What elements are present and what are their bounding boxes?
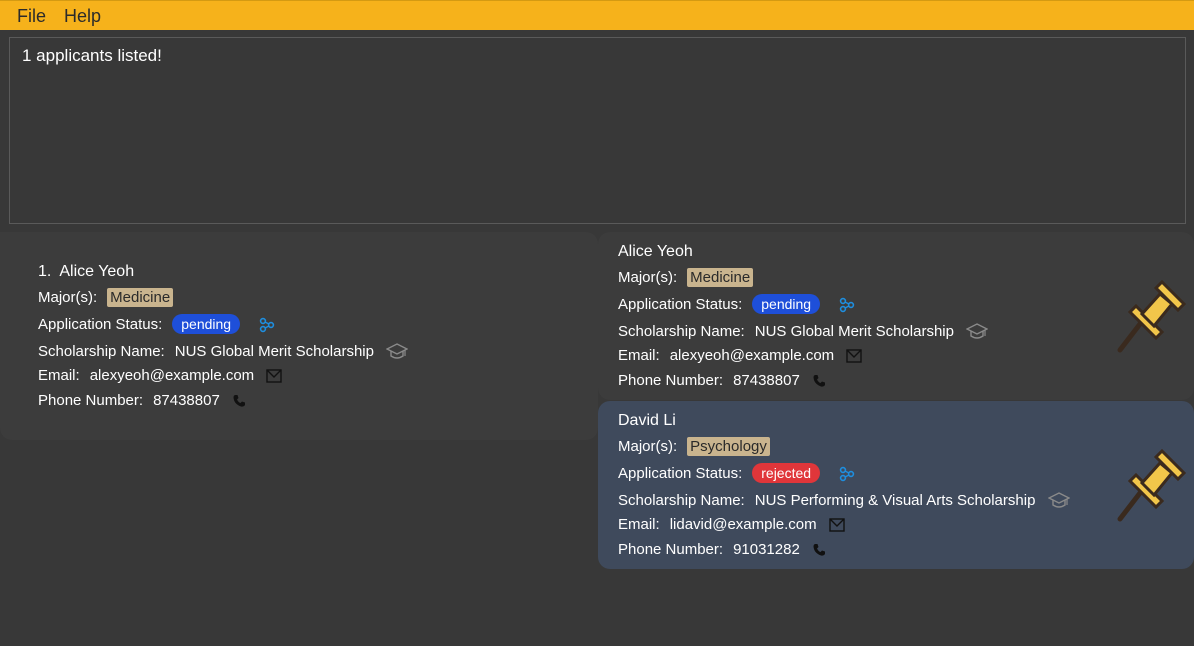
graduation-cap-icon — [1047, 492, 1070, 508]
email-row: Email: lidavid@example.com — [618, 516, 845, 533]
phone-icon — [233, 395, 245, 407]
scholarship-name: NUS Global Merit Scholarship — [754, 322, 954, 340]
email-value: alexyeoh@example.com — [669, 347, 835, 364]
scholarship-label: Scholarship Name: — [38, 342, 165, 360]
email-label: Email: — [38, 367, 80, 384]
status-network-icon — [840, 297, 855, 313]
applicant-name-text: Alice Yeoh — [59, 263, 135, 280]
scholarship-label: Scholarship Name: — [618, 491, 745, 509]
phone-value: 91031282 — [733, 541, 800, 558]
status-label: Application Status: — [618, 465, 743, 482]
pinned-card[interactable]: David Li Major(s): Psychology Application… — [598, 401, 1194, 569]
major-row: Major(s): Psychology — [618, 437, 770, 456]
scholarship-row: Scholarship Name: NUS Performing & Visual… — [618, 491, 1070, 511]
pushpin-icon[interactable] — [1116, 445, 1188, 523]
menu-file[interactable]: File — [17, 6, 46, 27]
phone-row: Phone Number: 87438807 — [618, 372, 826, 389]
applicant-name: Alice Yeoh — [618, 243, 693, 260]
email-label: Email: — [618, 516, 660, 533]
pinned-card[interactable]: Alice Yeoh Major(s): Medicine Application… — [598, 232, 1194, 400]
result-display[interactable]: 1 applicants listed! — [9, 37, 1186, 224]
menu-bar: File Help — [0, 0, 1194, 30]
scholarship-row: Scholarship Name: NUS Global Merit Schola… — [38, 342, 409, 362]
scholarship-label: Scholarship Name: — [618, 322, 745, 340]
phone-label: Phone Number: — [618, 372, 724, 389]
phone-icon — [813, 375, 825, 387]
status-badge: pending — [172, 314, 241, 334]
phone-value: 87438807 — [153, 392, 220, 409]
major-label: Major(s): — [618, 438, 678, 455]
email-row: Email: alexyeoh@example.com — [38, 367, 283, 384]
status-badge: rejected — [752, 463, 821, 483]
graduation-cap-icon — [966, 323, 989, 339]
email-value: alexyeoh@example.com — [89, 367, 255, 384]
phone-label: Phone Number: — [38, 392, 144, 409]
major-tag: Medicine — [107, 288, 174, 307]
status-network-icon — [840, 466, 855, 482]
status-network-icon — [260, 317, 275, 333]
major-label: Major(s): — [38, 289, 98, 306]
scholarship-name: NUS Global Merit Scholarship — [174, 342, 374, 360]
phone-value: 87438807 — [733, 372, 800, 389]
result-message: 1 applicants listed! — [22, 46, 162, 65]
phone-row: Phone Number: 91031282 — [618, 541, 826, 558]
major-tag: Psychology — [687, 437, 770, 456]
status-label: Application Status: — [38, 316, 163, 333]
phone-row: Phone Number: 87438807 — [38, 392, 246, 409]
phone-label: Phone Number: — [618, 541, 724, 558]
email-label: Email: — [618, 347, 660, 364]
applicant-list[interactable]: 1. Alice Yeoh Major(s): Medicine Applicat… — [0, 232, 598, 440]
status-row: Application Status: rejected — [618, 463, 856, 483]
pushpin-icon[interactable] — [1116, 276, 1188, 354]
email-value: lidavid@example.com — [669, 516, 817, 533]
status-label: Application Status: — [618, 296, 743, 313]
major-tag: Medicine — [687, 268, 754, 287]
major-row: Major(s): Medicine — [38, 288, 174, 307]
status-badge: pending — [752, 294, 821, 314]
scholarship-name: NUS Performing & Visual Arts Scholarship — [754, 491, 1036, 509]
scholarship-row: Scholarship Name: NUS Global Merit Schola… — [618, 322, 989, 342]
status-row: Application Status: pending — [38, 314, 276, 334]
major-row: Major(s): Medicine — [618, 268, 754, 287]
graduation-cap-icon — [386, 343, 409, 359]
menu-help[interactable]: Help — [64, 6, 101, 27]
envelope-icon — [846, 349, 863, 363]
envelope-icon — [266, 369, 283, 383]
major-label: Major(s): — [618, 269, 678, 286]
applicant-name: 1. Alice Yeoh — [38, 263, 134, 281]
email-row: Email: alexyeoh@example.com — [618, 347, 863, 364]
phone-icon — [813, 544, 825, 556]
status-row: Application Status: pending — [618, 294, 856, 314]
envelope-icon — [829, 518, 845, 532]
applicant-name: David Li — [618, 412, 676, 429]
applicant-index: 1. — [38, 263, 52, 280]
